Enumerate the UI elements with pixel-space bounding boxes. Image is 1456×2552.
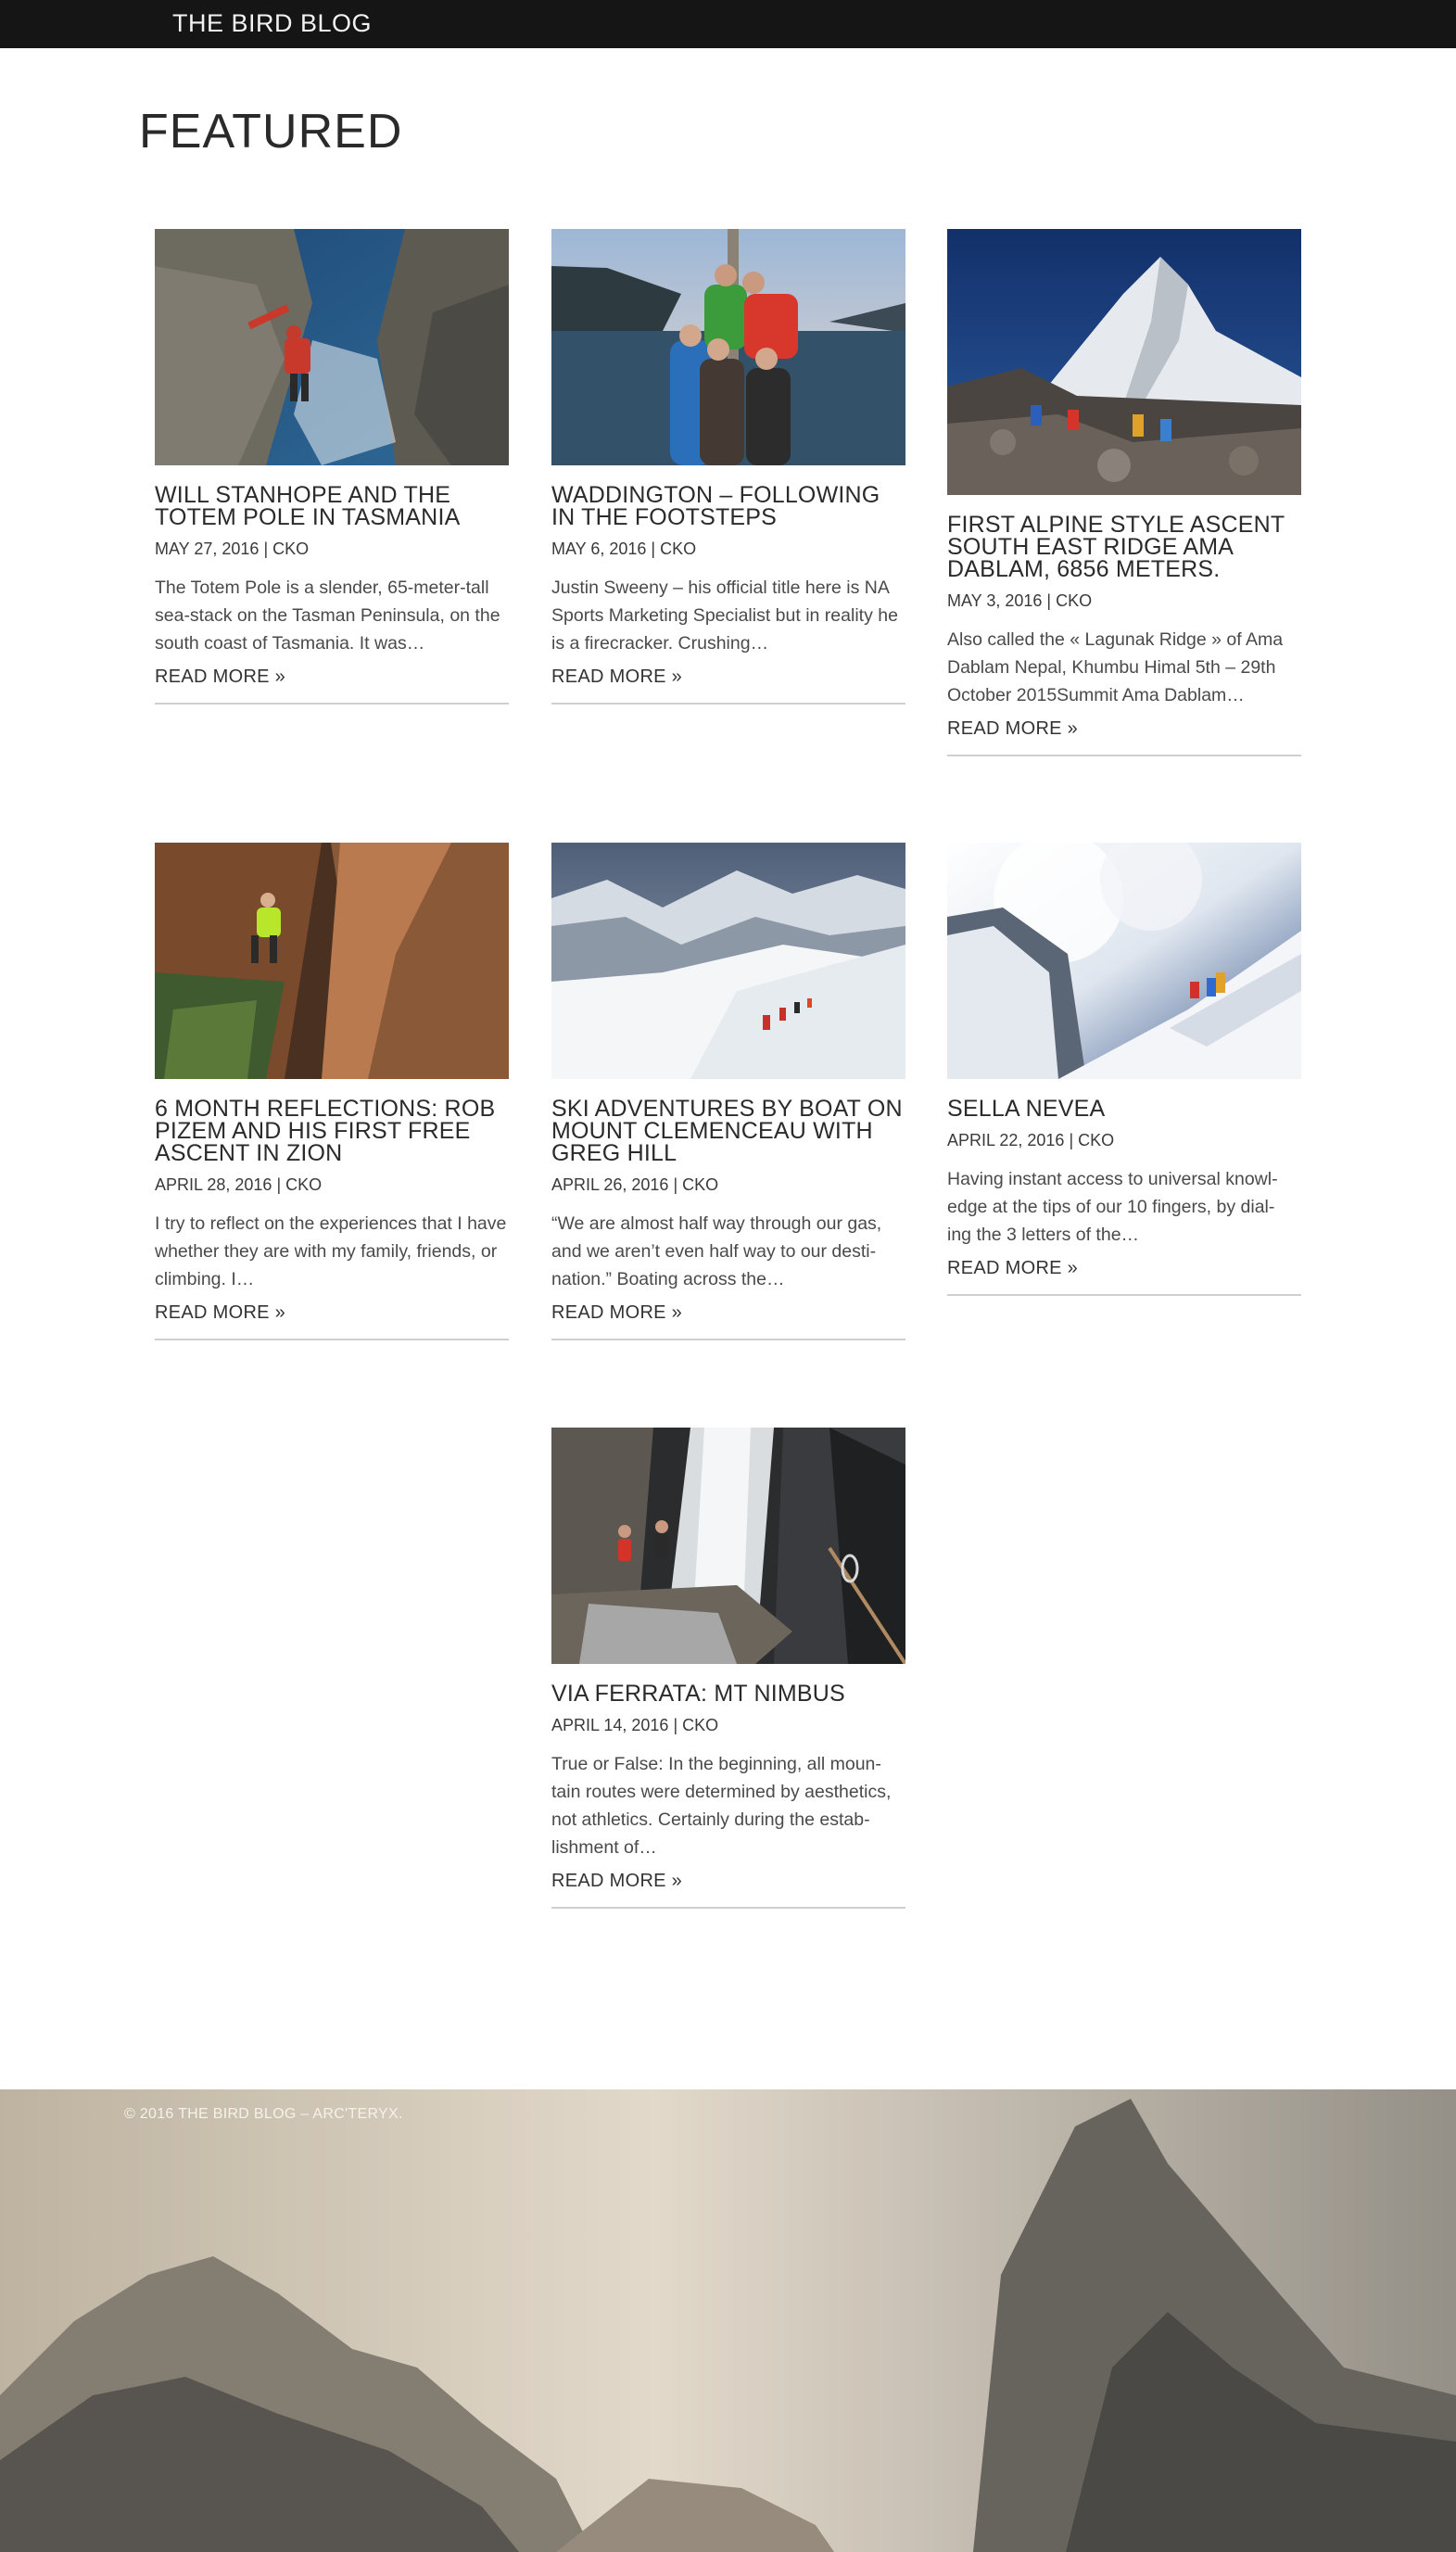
post-title-link[interactable]: 6 MONTH REFLECTIONS: ROB PIZEM AND HIS F… xyxy=(155,1096,495,1166)
read-more-link[interactable]: READ MORE » xyxy=(551,667,682,688)
post-excerpt: Having instant access to universal knowl… xyxy=(947,1169,1278,1245)
sella-nevea-snow-image xyxy=(947,843,1301,1079)
post-divider xyxy=(551,1907,905,1909)
read-more-link[interactable]: READ MORE » xyxy=(551,1871,682,1892)
post-author-link[interactable]: CKO xyxy=(682,1175,718,1194)
post-date: MAY 3, 2016 xyxy=(947,591,1043,610)
post-divider xyxy=(551,1339,905,1340)
meta-separator: | xyxy=(673,1716,678,1734)
post-excerpt: Justin Sweeny – his official title here … xyxy=(551,578,898,654)
read-more-link[interactable]: READ MORE » xyxy=(551,1302,682,1324)
read-more-link[interactable]: READ MORE » xyxy=(155,1302,285,1324)
site-brand-link[interactable]: THE BIRD BLOG xyxy=(172,9,372,38)
post-date: APRIL 14, 2016 xyxy=(551,1716,669,1734)
post-excerpt: True or False: In the beginning, all mou… xyxy=(551,1754,892,1858)
post-meta: MAY 6, 2016 | CKO xyxy=(551,539,905,559)
post-excerpt: The Totem Pole is a slender, 65-meter-ta… xyxy=(155,578,500,654)
post-title-link[interactable]: SKI ADVENTURES BY BOAT ON MOUNT CLEMENCE… xyxy=(551,1096,903,1166)
post-date: MAY 6, 2016 xyxy=(551,540,647,558)
post-card: WADDINGTON – FOLLOWING IN THE FOOTSTEPS … xyxy=(551,229,905,705)
post-excerpt: “We are almost half way through our gas,… xyxy=(551,1213,882,1289)
top-navbar: THE BIRD BLOG xyxy=(0,0,1456,48)
post-card: SELLA NEVEA APRIL 22, 2016 | CKO Having … xyxy=(947,843,1301,1296)
post-author-link[interactable]: CKO xyxy=(682,1716,718,1734)
post-author-link[interactable]: CKO xyxy=(1078,1131,1114,1149)
post-divider xyxy=(551,703,905,705)
post-excerpt: I try to reflect on the experiences that… xyxy=(155,1213,507,1289)
site-footer: © 2016 THE BIRD BLOG – ARC'TERYX. xyxy=(0,2089,1456,2552)
climbers-group-lake-image xyxy=(551,229,905,465)
meta-separator: | xyxy=(651,540,656,558)
post-thumbnail-link[interactable] xyxy=(947,843,1301,1079)
post-card: SKI ADVENTURES BY BOAT ON MOUNT CLEMENCE… xyxy=(551,843,905,1340)
post-title-link[interactable]: VIA FERRATA: MT NIMBUS xyxy=(551,1681,845,1707)
post-card: 6 MONTH REFLECTIONS: ROB PIZEM AND HIS F… xyxy=(155,843,509,1340)
post-thumbnail-link[interactable] xyxy=(551,843,905,1079)
post-author-link[interactable]: CKO xyxy=(1056,591,1092,610)
section-title: FEATURED xyxy=(139,105,403,159)
post-meta: MAY 27, 2016 | CKO xyxy=(155,539,509,559)
post-card: VIA FERRATA: MT NIMBUS APRIL 14, 2016 | … xyxy=(551,1428,905,1909)
post-title-link[interactable]: WADDINGTON – FOLLOWING IN THE FOOTSTEPS xyxy=(551,482,880,530)
meta-separator: | xyxy=(1046,591,1052,610)
post-thumbnail-link[interactable] xyxy=(947,229,1301,495)
post-meta: APRIL 14, 2016 | CKO xyxy=(551,1715,905,1735)
footer-copyright: © 2016 THE BIRD BLOG – ARC'TERYX. xyxy=(124,2106,403,2122)
post-divider xyxy=(947,1294,1301,1296)
post-author-link[interactable]: CKO xyxy=(272,540,309,558)
post-meta: APRIL 26, 2016 | CKO xyxy=(551,1174,905,1195)
zion-climber-image xyxy=(155,843,509,1079)
meta-separator: | xyxy=(1069,1131,1074,1149)
post-thumbnail-link[interactable] xyxy=(155,229,509,465)
post-meta: APRIL 28, 2016 | CKO xyxy=(155,1174,509,1195)
post-date: APRIL 26, 2016 xyxy=(551,1175,669,1194)
post-author-link[interactable]: CKO xyxy=(660,540,696,558)
post-title-link[interactable]: FIRST ALPINE STYLE ASCENT SOUTH EAST RID… xyxy=(947,512,1285,582)
read-more-link[interactable]: READ MORE » xyxy=(947,718,1078,740)
post-meta: MAY 3, 2016 | CKO xyxy=(947,590,1301,611)
meta-separator: | xyxy=(263,540,269,558)
post-date: MAY 27, 2016 xyxy=(155,540,260,558)
read-more-link[interactable]: READ MORE » xyxy=(155,667,285,688)
post-date: APRIL 28, 2016 xyxy=(155,1175,272,1194)
post-thumbnail-link[interactable] xyxy=(155,843,509,1079)
via-ferrata-waterfall-image xyxy=(551,1428,905,1664)
post-card: WILL STANHOPE AND THE TOTEM POLE IN TASM… xyxy=(155,229,509,705)
post-date: APRIL 22, 2016 xyxy=(947,1131,1065,1149)
post-meta: APRIL 22, 2016 | CKO xyxy=(947,1130,1301,1150)
meta-separator: | xyxy=(673,1175,678,1194)
post-title-link[interactable]: SELLA NEVEA xyxy=(947,1096,1105,1122)
post-excerpt: Also called the « Lagunak Ridge » of Ama… xyxy=(947,629,1284,705)
post-thumbnail-link[interactable] xyxy=(551,229,905,465)
post-card: FIRST ALPINE STYLE ASCENT SOUTH EAST RID… xyxy=(947,229,1301,756)
meta-separator: | xyxy=(276,1175,282,1194)
climber-sea-stack-image xyxy=(155,229,509,465)
post-title-link[interactable]: WILL STANHOPE AND THE TOTEM POLE IN TASM… xyxy=(155,482,460,530)
post-divider xyxy=(155,703,509,705)
post-divider xyxy=(155,1339,509,1340)
post-author-link[interactable]: CKO xyxy=(285,1175,322,1194)
read-more-link[interactable]: READ MORE » xyxy=(947,1258,1078,1279)
misty-mountains-background-image xyxy=(0,2089,1456,2552)
ski-mountain-image xyxy=(551,843,905,1079)
post-divider xyxy=(947,755,1301,756)
ama-dablam-mountain-image xyxy=(947,229,1301,495)
post-thumbnail-link[interactable] xyxy=(551,1428,905,1664)
